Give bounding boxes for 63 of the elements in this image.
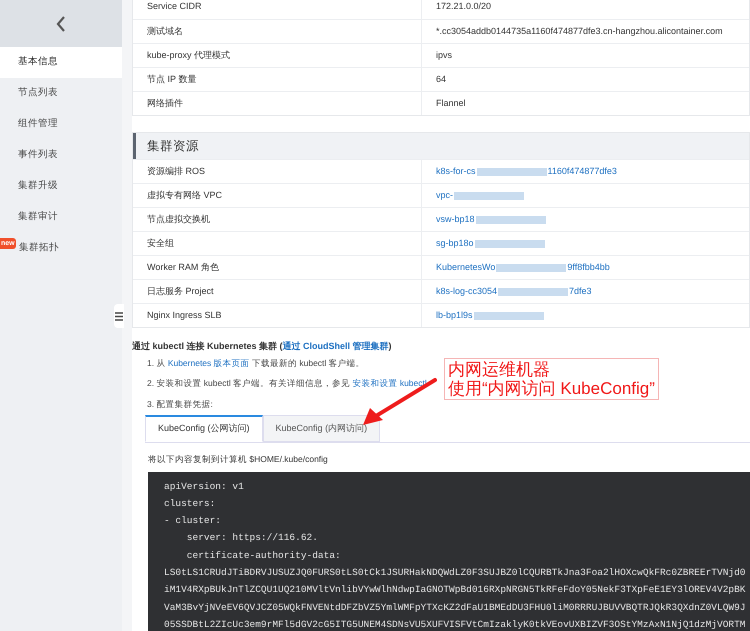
redacted-block [454, 192, 524, 200]
kubeconfig-tab[interactable]: KubeConfig (内网访问) [262, 414, 380, 442]
row-label: 资源编排 ROS [133, 160, 422, 183]
row-value: 172.21.0.0/20 [436, 0, 492, 14]
sidebar-item[interactable]: 事件列表 [0, 140, 122, 171]
row-label: Worker RAM 角色 [133, 256, 422, 279]
row-label: kube-proxy 代理模式 [133, 44, 422, 67]
row-label: Service CIDR [133, 0, 422, 19]
code-line: apiVersion: v1 [164, 480, 245, 494]
collapse-handle[interactable] [114, 304, 124, 328]
annotation-text: 内网运维机器 [448, 360, 551, 379]
resource-link[interactable]: lb-bp1l9s [436, 308, 473, 322]
code-line: LS0tLS1CRUdJTiBDRVJUSUZJQ0FURS0tLS0tCk1JSURHakNDQWdLZ0F3SUJBZ0lCQURBTkJna3Foa2lHOXcwQkFRc0ZBREErTVNjd0 [164, 566, 746, 580]
code-line: 05SSDBtL2ZIcUc3em9rMFl5dGV2cG5ITG5UNEM4SDNsVU5XUFVISFVtCmIzaklyK0tkVEovUXBIZVF3OStYMzAxN1NjQ1dzMjVORTM [164, 618, 746, 631]
code-line: - cluster: [164, 514, 222, 528]
code-line: clusters: [164, 496, 216, 511]
back-icon[interactable] [56, 16, 66, 32]
row-value: ipvs [436, 48, 452, 62]
row-label: 日志服务 Project [133, 280, 422, 303]
sidebar-item[interactable]: 集群升级 [0, 171, 122, 202]
resource-link[interactable]: 9ff8fbb4bb [567, 260, 610, 274]
redacted-block [476, 216, 546, 224]
doc-link[interactable]: Kubernetes 版本页面 [168, 358, 250, 368]
redacted-block [474, 312, 544, 320]
row-value: Flannel [436, 96, 466, 110]
sidebar-item[interactable]: 集群审计 [0, 202, 122, 233]
row-label: Nginx Ingress SLB [133, 304, 422, 327]
redacted-block [476, 168, 547, 176]
section-title: 集群资源 [147, 138, 199, 155]
code-line: server: https://116.62. [186, 531, 319, 546]
kubeconfig-tab[interactable]: KubeConfig (公网访问) [145, 414, 263, 442]
code-line: iM1V4RXpBUkJnTlZCQU1UQ210MVltVnlibVYwWlhNdwpIaGNOTWpBd016RXpNRGN5TkRFeFdoY05NekF3TXpFeE1EY3lOREV4V2pBK [164, 583, 746, 598]
row-label: 测试域名 [133, 20, 422, 43]
resource-link[interactable]: 1160f474877dfe3 [548, 164, 617, 178]
resource-link[interactable]: k8s-for-cs [436, 164, 476, 178]
resource-link[interactable]: sg-bp18o [436, 236, 474, 250]
redacted-block [498, 288, 568, 296]
resource-link[interactable]: vsw-bp18 [436, 212, 475, 226]
resource-link[interactable]: KubernetesWo [436, 260, 496, 274]
sidebar-item[interactable]: 基本信息 [0, 47, 122, 78]
list-icon[interactable] [115, 312, 123, 320]
code-line: VaM3BvYjNVeEV6QVJCZ05WQkFNVENtdDFZbVZ5YmlWMFpYTXcKZ2dFaU1BMEdDU3FHU0liM0RRRUJBUVVBQTRJQkR3QXdnZ0VLQW9J [164, 600, 746, 615]
row-label: 网络插件 [133, 92, 422, 115]
code-line: certificate-authority-data: [186, 548, 342, 563]
section-heading: 通过 kubectl 连接 Kubernetes 集群 (通过 CloudShell 管理集群) [132, 340, 393, 353]
resource-link[interactable]: vpc- [436, 188, 454, 202]
row-value: *.cc3054addb0144735a1160f474877dfe3.cn-hangzhou.alicontainer.com [436, 24, 723, 38]
sidebar-item[interactable]: 组件管理 [0, 109, 122, 140]
resource-link[interactable]: 7dfe3 [569, 284, 592, 298]
resource-link[interactable]: k8s-log-cc3054 [436, 284, 498, 298]
row-value: 64 [436, 72, 446, 86]
row-label: 节点 IP 数量 [133, 68, 422, 91]
cloudshell-link[interactable]: 通过 CloudShell 管理集群 [282, 341, 389, 351]
sidebar-item[interactable]: 节点列表 [0, 78, 122, 109]
step-text: 3. 配置集群凭据: [147, 398, 213, 411]
step-text: 1. 从 Kubernetes 版本页面 下载最新的 kubectl 客户端。 [147, 356, 365, 370]
annotation-text: 使用“内网访问 KubeConfig” [448, 379, 655, 398]
instruction-text: 将以下内容复制到计算机 $HOME/.kube/config [148, 452, 329, 466]
row-label: 节点虚拟交换机 [133, 208, 422, 231]
row-label: 安全组 [133, 232, 422, 255]
redacted-block [474, 240, 545, 248]
redacted-block [496, 264, 566, 272]
row-label: 虚拟专有网络 VPC [133, 184, 422, 207]
